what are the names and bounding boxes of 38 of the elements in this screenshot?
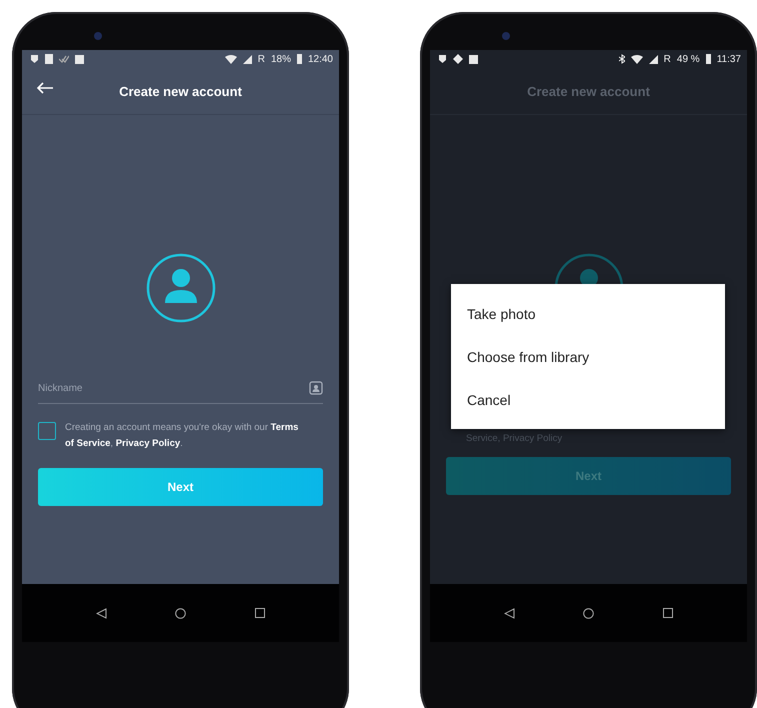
- terms-checkbox[interactable]: [38, 422, 56, 440]
- back-nav-icon[interactable]: [504, 608, 516, 618]
- avatar-icon[interactable]: [146, 253, 216, 323]
- recents-nav-icon[interactable]: [254, 608, 265, 618]
- shield-icon: [30, 54, 39, 64]
- recents-nav-icon[interactable]: [662, 608, 673, 618]
- wifi-icon: [630, 54, 643, 64]
- image-icon: [75, 54, 84, 64]
- screen-title: Create new account: [527, 84, 650, 98]
- camera-icon: [502, 32, 510, 40]
- signal-icon: [648, 54, 658, 64]
- screen-title: Create new account: [119, 84, 242, 98]
- status-time: 12:40: [308, 54, 333, 64]
- shield-icon: [438, 54, 447, 64]
- home-nav-icon[interactable]: [583, 608, 594, 618]
- signal-icon: [242, 54, 252, 64]
- dialog-option[interactable]: Choose from library: [451, 335, 725, 378]
- terms-text: Creating an account means you're okay with our Terms of Service, Privacy Policy.: [65, 421, 300, 451]
- camera-icon: [94, 32, 102, 40]
- card-icon: [45, 54, 53, 64]
- back-button[interactable]: [34, 80, 56, 96]
- back-nav-icon[interactable]: [96, 608, 108, 618]
- tag-icon: [453, 54, 463, 64]
- dialog-option[interactable]: Take photo: [451, 292, 725, 335]
- contact-card-icon: [309, 381, 323, 395]
- image-icon: [469, 54, 478, 64]
- battery-icon: [706, 54, 711, 64]
- double-check-icon: [59, 55, 69, 63]
- nickname-input[interactable]: Nickname: [38, 382, 309, 394]
- dialog-option[interactable]: Cancel: [451, 378, 725, 421]
- network-label: R: [664, 54, 671, 64]
- battery-percent: 18%: [270, 54, 291, 64]
- battery-icon: [296, 54, 302, 64]
- wifi-icon: [224, 54, 237, 64]
- battery-percent: 49 %: [676, 54, 700, 64]
- home-nav-icon[interactable]: [175, 608, 186, 618]
- network-label: R: [258, 54, 265, 64]
- status-time: 11:37: [716, 54, 741, 64]
